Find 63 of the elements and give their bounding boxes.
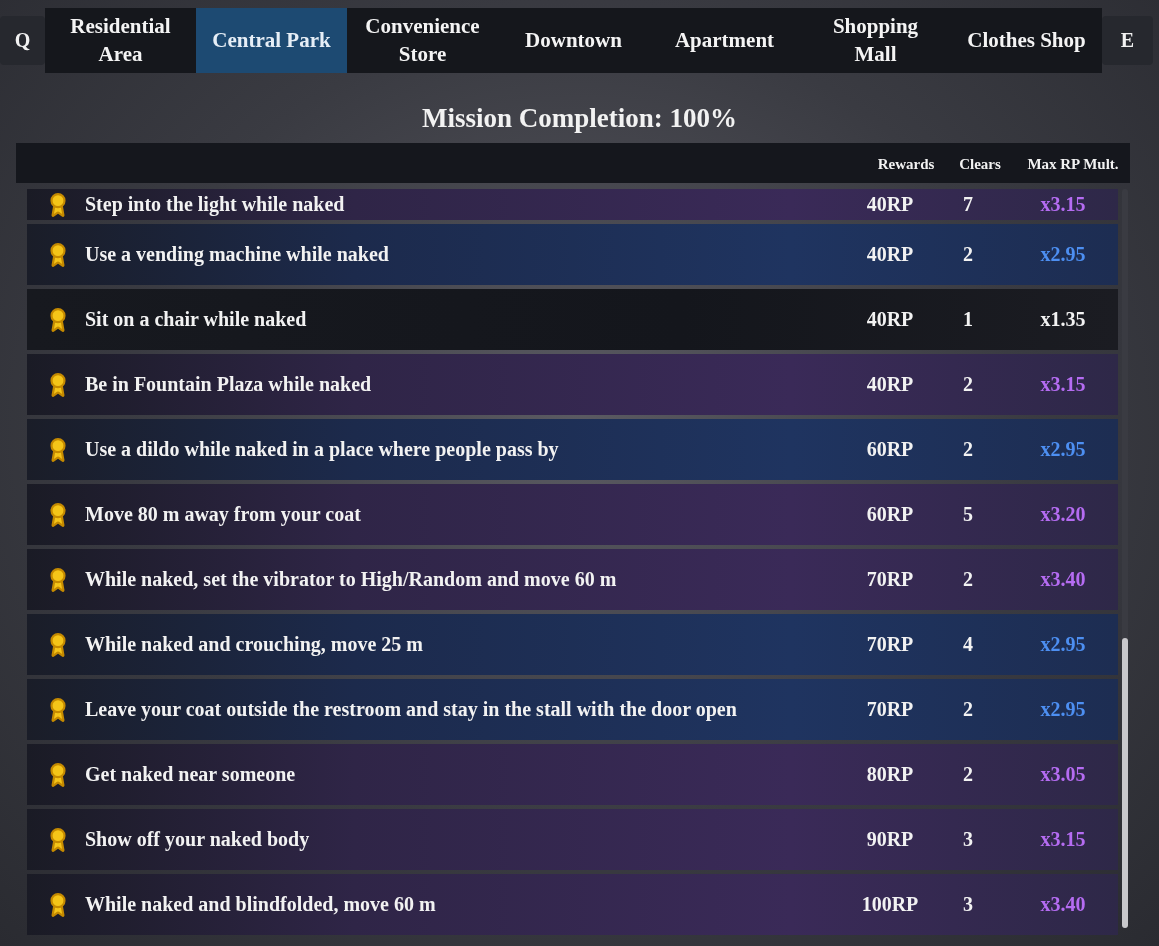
clears-text: 5 (962, 503, 974, 526)
multiplier-text: x1.35 (1039, 308, 1087, 331)
multiplier-text: x3.15 (1039, 193, 1087, 216)
clears-text: 7 (962, 193, 974, 216)
clears-text: 1 (962, 308, 974, 331)
clears-text: 2 (962, 438, 974, 461)
reward-text: 70RP (865, 698, 915, 721)
location-tab[interactable]: Clothes Shop (951, 8, 1102, 73)
location-tab[interactable]: Shopping Mall (800, 8, 951, 73)
column-header: Max RP Mult. (1026, 156, 1120, 173)
reward-text: 60RP (865, 503, 915, 526)
multiplier-text: x2.95 (1039, 438, 1087, 461)
reward-text: 40RP (865, 308, 915, 331)
key-hint[interactable]: Q (0, 16, 45, 65)
multiplier-text: x3.20 (1039, 503, 1087, 526)
column-header: Rewards (876, 156, 936, 173)
location-tab[interactable]: Convenience Store (347, 8, 498, 73)
clears-text: 3 (962, 828, 974, 851)
mission-text: While naked and blindfolded, move 60 m (85, 893, 437, 916)
multiplier-text: x2.95 (1039, 243, 1087, 266)
reward-text: 40RP (865, 373, 915, 396)
scrollbar-thumb[interactable] (1122, 638, 1128, 928)
reward-text: 70RP (865, 568, 915, 591)
mission-text: Use a vending machine while naked (85, 243, 390, 266)
mission-text: Leave your coat outside the restroom and stay in the stall with the door open (85, 698, 738, 721)
clears-text: 3 (962, 893, 974, 916)
reward-text: 80RP (865, 763, 915, 786)
clears-text: 2 (962, 243, 974, 266)
location-tab[interactable]: Downtown (498, 8, 649, 73)
scrollbar[interactable] (1122, 189, 1128, 928)
multiplier-text: x2.95 (1039, 633, 1087, 656)
key-hint[interactable]: E (1102, 16, 1153, 65)
reward-text: 90RP (865, 828, 915, 851)
clears-text: 2 (962, 568, 974, 591)
completion-title: Mission Completion: 100% (421, 103, 738, 135)
reward-text: 40RP (865, 193, 915, 216)
mission-text: Step into the light while naked (85, 193, 346, 216)
location-tab[interactable]: Residential Area (45, 8, 196, 73)
mission-text: Move 80 m away from your coat (85, 503, 362, 526)
multiplier-text: x3.15 (1039, 373, 1087, 396)
reward-text: 70RP (865, 633, 915, 656)
mission-text: Sit on a chair while naked (85, 308, 308, 331)
reward-text: 60RP (865, 438, 915, 461)
location-tab[interactable]: Central Park (196, 8, 347, 73)
mission-text: Use a dildo while naked in a place where people pass by (85, 438, 560, 461)
location-tab[interactable]: Apartment (649, 8, 800, 73)
multiplier-text: x3.05 (1039, 763, 1087, 786)
multiplier-text: x2.95 (1039, 698, 1087, 721)
mission-text: Be in Fountain Plaza while naked (85, 373, 373, 396)
clears-text: 2 (962, 763, 974, 786)
reward-text: 40RP (865, 243, 915, 266)
mission-text: While naked, set the vibrator to High/Random and move 60 m (85, 568, 618, 591)
multiplier-text: x3.40 (1039, 893, 1087, 916)
clears-text: 2 (962, 698, 974, 721)
clears-text: 2 (962, 373, 974, 396)
column-header: Clears (958, 156, 1002, 173)
multiplier-text: x3.40 (1039, 568, 1087, 591)
mission-text: While naked and crouching, move 25 m (85, 633, 424, 656)
reward-text: 100RP (860, 893, 920, 916)
multiplier-text: x3.15 (1039, 828, 1087, 851)
mission-text: Get naked near someone (85, 763, 297, 786)
mission-text: Show off your naked body (85, 828, 311, 851)
clears-text: 4 (962, 633, 974, 656)
